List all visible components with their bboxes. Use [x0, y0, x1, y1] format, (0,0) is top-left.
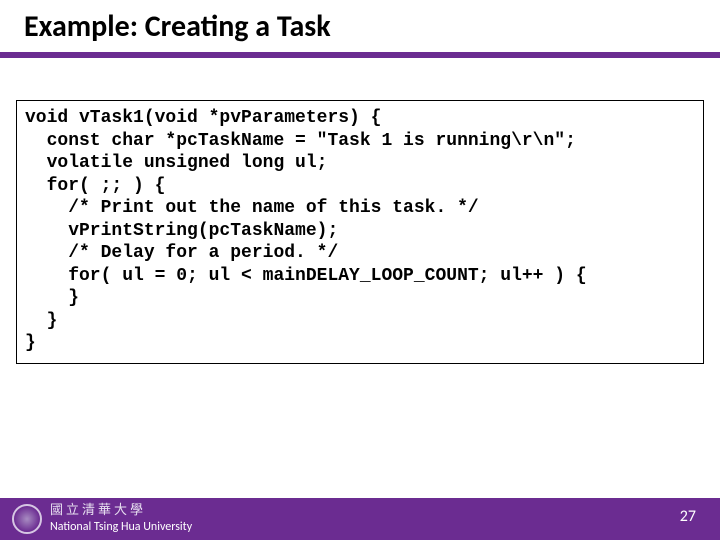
slide-title: Example: Creating a Task: [24, 8, 331, 45]
university-name-en: National Tsing Hua University: [50, 520, 192, 534]
university-seal-icon: [12, 504, 42, 534]
code-block: void vTask1(void *pvParameters) { const …: [16, 100, 704, 364]
slide: Example: Creating a Task void vTask1(voi…: [0, 0, 720, 540]
title-rule: [0, 52, 720, 58]
page-number: 27: [680, 507, 696, 526]
footer-bar: 國立清華大學 National Tsing Hua University 27: [0, 498, 720, 540]
university-name-cn: 國立清華大學: [50, 499, 146, 518]
